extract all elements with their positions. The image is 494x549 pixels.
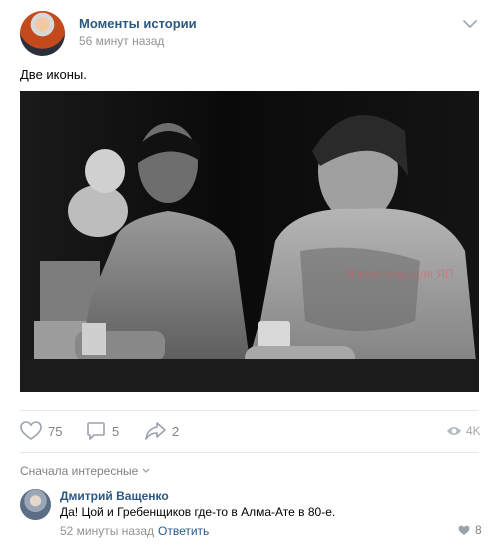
like-button[interactable]: 75 <box>20 420 62 442</box>
comment-author-avatar[interactable] <box>20 489 51 520</box>
comment-time[interactable]: 52 минуты назад <box>60 524 154 538</box>
photo-watermark: Я кекотанш для ЯП <box>345 267 454 281</box>
comment-icon <box>87 422 105 440</box>
comment-like-button[interactable]: 8 <box>458 523 482 537</box>
comments-sort-dropdown[interactable]: Сначала интересные <box>20 464 150 478</box>
views-counter: 4K <box>446 424 481 438</box>
eye-icon <box>447 427 461 435</box>
views-count: 4K <box>466 424 481 438</box>
heart-icon <box>20 421 42 440</box>
author-avatar[interactable] <box>20 11 65 56</box>
comment-author-name[interactable]: Дмитрий Ващенко <box>60 489 169 503</box>
photo-image <box>20 91 479 392</box>
chevron-down-icon[interactable] <box>462 18 478 30</box>
chevron-down-icon <box>142 468 150 473</box>
share-arrow-icon <box>145 422 166 440</box>
comment-button[interactable]: 5 <box>86 420 119 442</box>
heart-icon <box>458 525 470 535</box>
comment-like-count: 8 <box>475 523 482 537</box>
comments-divider <box>20 452 479 453</box>
author-name[interactable]: Моменты истории <box>79 16 197 31</box>
share-count: 2 <box>172 423 180 439</box>
post-text: Две иконы. <box>20 67 87 82</box>
actions-divider <box>20 410 479 411</box>
comment-count: 5 <box>112 423 120 439</box>
sort-label: Сначала интересные <box>20 464 139 478</box>
post-photo[interactable]: Я кекотанш для ЯП <box>20 91 479 392</box>
post-card: Моменты истории 56 минут назад Две иконы… <box>0 0 494 549</box>
reply-button[interactable]: Ответить <box>158 524 209 538</box>
share-button[interactable]: 2 <box>144 420 179 442</box>
like-count: 75 <box>48 423 63 439</box>
post-time[interactable]: 56 минут назад <box>79 34 164 48</box>
comment-text: Да! Цой и Гребенщиков где-то в Алма-Ате … <box>60 505 336 519</box>
